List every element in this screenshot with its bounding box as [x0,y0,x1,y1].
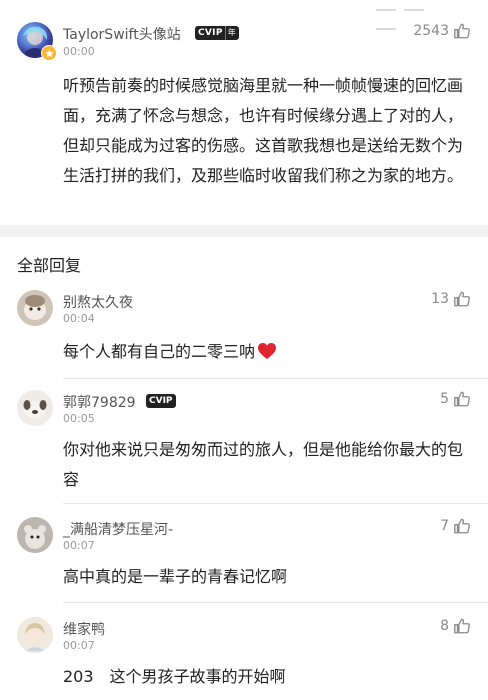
username[interactable]: _满船清梦压星河- [63,519,173,539]
username[interactable]: 郭郭79829 [63,392,136,412]
username[interactable]: 别熬太久夜 [63,292,133,312]
vip-year-badge: CVIP 年 [195,26,240,40]
avatar[interactable] [17,390,53,426]
thumbs-up-icon [454,291,470,307]
reply-time: 00:07 [63,639,95,652]
vip-year-label: 年 [224,26,236,40]
like-button[interactable]: 7 [440,517,471,535]
reply-text: 203 这个男孩子故事的开始啊 [63,667,286,686]
like-button[interactable]: 2543 [413,22,471,40]
reply-text-content: 每个人都有自己的二零三呐 [63,342,256,361]
thumbs-up-icon [454,23,470,39]
thumbs-up-icon [454,618,470,634]
heart-emoji-icon [258,343,277,359]
avatar[interactable] [17,617,53,653]
divider [63,378,488,379]
comment-text: 听预告前奏的时候感觉脑海里就一种一帧帧慢速的回忆画面，充满了怀念与想念，也许有时… [63,76,464,185]
thumbs-up-icon [454,391,470,407]
reply-item: _满船清梦压星河- 00:07 7 高中真的是一辈子的青春记忆啊 [0,515,488,595]
like-count: 13 [431,291,449,307]
like-count: 2543 [413,23,449,39]
reply-item: 郭郭79829 CVIP 00:05 5 你对他来说只是匆匆而过的旅人，但是他能… [0,388,488,508]
username[interactable]: TaylorSwift头像站 [63,24,181,44]
like-button[interactable]: 13 [431,290,471,308]
reply-time: 00:05 [63,412,95,425]
comment-time: 00:00 [63,45,95,58]
divider [63,602,488,603]
vip-label: CVIP [198,28,223,38]
reply-text: 你对他来说只是匆匆而过的旅人，但是他能给你最大的包容 [63,440,464,489]
main-comment: TaylorSwift头像站 CVIP 年 00:00 2543 听预告前奏的时… [0,0,488,225]
reply-text: 每个人都有自己的二零三呐 [63,337,470,367]
like-count: 8 [440,618,449,634]
reply-time: 00:07 [63,539,95,552]
like-button[interactable]: 8 [440,617,471,635]
avatar[interactable] [17,290,53,326]
vip-badge: CVIP [146,394,176,408]
like-button[interactable]: 5 [440,390,471,408]
reply-item: 别熬太久夜 00:04 13 每个人都有自己的二零三呐 [0,288,488,378]
thumbs-up-icon [454,518,470,534]
verified-star-icon [41,45,57,61]
like-count: 7 [440,518,449,534]
section-separator [0,225,488,237]
reply-text: 高中真的是一辈子的青春记忆啊 [63,567,288,586]
divider [63,503,488,504]
reply-time: 00:04 [63,312,95,325]
avatar[interactable] [17,517,53,553]
section-title: 全部回复 [17,256,82,275]
username[interactable]: 维家鸭 [63,619,105,639]
reply-item: 维家鸭 00:07 8 203 这个男孩子故事的开始啊 [0,615,488,700]
like-count: 5 [440,391,449,407]
